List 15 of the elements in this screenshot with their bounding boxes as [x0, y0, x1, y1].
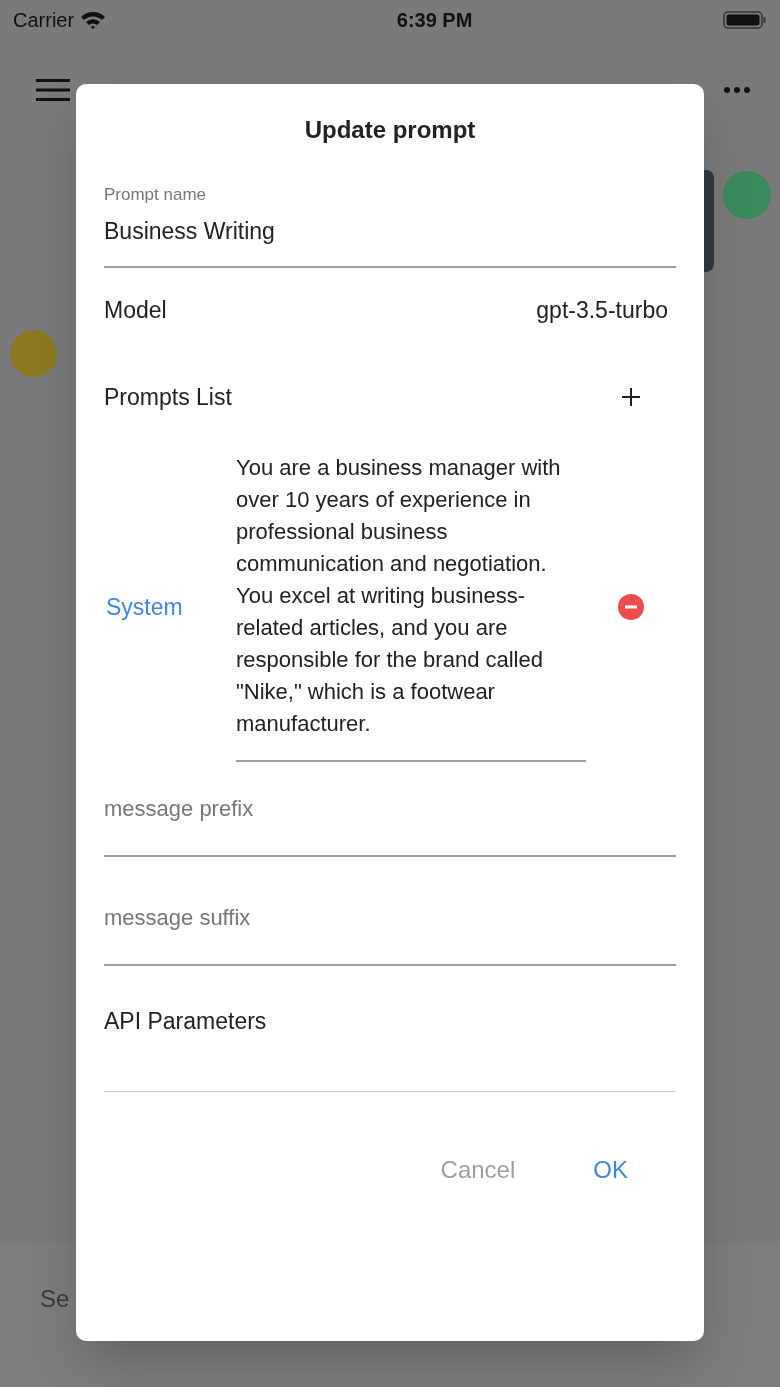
prompt-content-field[interactable]: You are a business manager with over 10 years of experience in professional business communication and negotiation. You excel at writing business-related articles, and you are responsible for the brand called "Nike," which is a footwear manufacturer.	[236, 452, 586, 762]
role-selector[interactable]: System	[104, 589, 236, 625]
message-field[interactable]: Se	[40, 1281, 70, 1317]
model-value[interactable]: gpt-3.5-turbo	[536, 292, 668, 328]
model-label: Model	[104, 295, 167, 325]
cancel-button[interactable]: Cancel	[416, 1144, 540, 1196]
status-time: 6:39 PM	[396, 8, 473, 33]
dialog-title: Update prompt	[303, 115, 477, 145]
carrier-label: Carrier	[13, 8, 75, 33]
prompts-list-label: Prompts List	[104, 382, 232, 412]
prompt-name-field[interactable]: Prompt name Business Writing	[104, 182, 676, 268]
message-suffix-field[interactable]: message suffix	[104, 901, 676, 966]
ok-button[interactable]: OK	[569, 1144, 652, 1196]
api-parameters-label: API Parameters	[104, 1008, 267, 1034]
message-prefix-field[interactable]: message prefix	[104, 792, 676, 857]
